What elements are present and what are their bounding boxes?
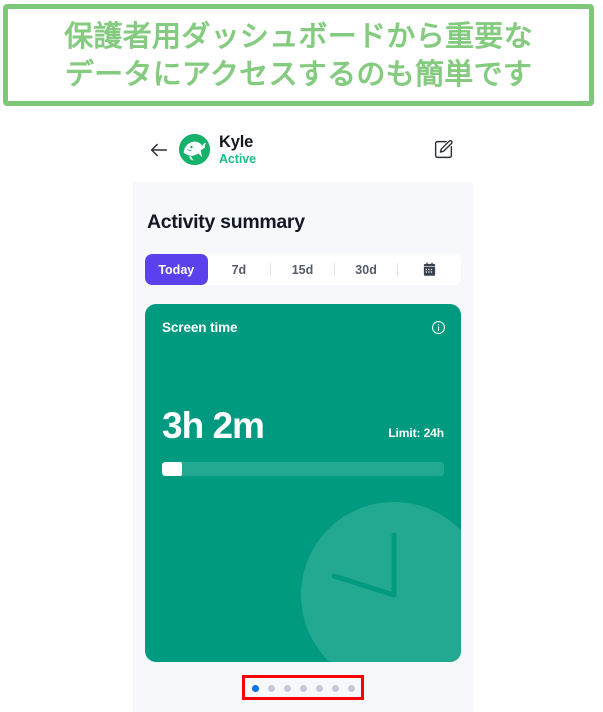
tab-15d[interactable]: 15d [271,254,334,285]
pager-dot-1[interactable] [251,684,259,692]
pager-dot-list [251,684,355,692]
child-name: Kyle [219,132,254,151]
tab-custom-date[interactable] [398,254,461,285]
app-header: Kyle Active [133,117,473,182]
app-body: Activity summary Today 7d 15d 30d Screen… [133,182,473,701]
edit-pencil-icon[interactable] [433,139,454,160]
caption-banner: 保護者用ダッシュボードから重要な データにアクセスするのも簡単です [3,4,594,106]
pager-dot-6[interactable] [331,684,339,692]
back-arrow-icon[interactable] [147,138,171,162]
caption-line-1: 保護者用ダッシュボードから重要な [64,18,533,53]
calendar-icon [422,262,437,277]
tab-15d-label: 15d [291,262,314,277]
screen-time-value: 3h 2m [162,405,265,446]
status-badge: Active [219,152,256,166]
card-metric-row: 3h 2m Limit: 24h [162,407,444,444]
tab-30d[interactable]: 30d [335,254,398,285]
screen-time-progress-fill [162,462,182,476]
tab-30d-label: 30d [355,262,377,277]
pager-dot-4[interactable] [299,684,307,692]
card-title: Screen time [162,320,238,335]
carousel-pager [145,675,461,701]
info-circle-icon[interactable] [431,320,446,335]
child-info: Kyle Active [219,132,256,166]
screen-time-limit: Limit: 24h [388,426,444,440]
pager-dot-7[interactable] [347,684,355,692]
tab-today-label: Today [158,262,195,277]
tab-today[interactable]: Today [145,254,208,285]
period-tab-group: Today 7d 15d 30d [145,254,461,285]
pager-dot-3[interactable] [283,684,291,692]
tab-7d-label: 7d [231,262,247,277]
caption-line-2: データにアクセスするのも簡単です [64,57,533,91]
pager-dot-2[interactable] [267,684,275,692]
whale-avatar-icon[interactable] [179,134,210,165]
screen-time-progress-track [162,462,444,476]
tab-7d[interactable]: 7d [208,254,271,285]
clock-watermark-icon [301,502,461,662]
phone-screenshot: Kyle Active Activity summary Today 7d 15… [133,117,473,712]
pager-dot-5[interactable] [315,684,323,692]
caption-text: 保護者用ダッシュボードから重要な データにアクセスするのも簡単です [50,17,547,94]
card-header: Screen time [145,304,461,335]
page-title: Activity summary [147,211,305,233]
screen-time-card[interactable]: Screen time 3h 2m Limit: 24h [145,304,461,662]
